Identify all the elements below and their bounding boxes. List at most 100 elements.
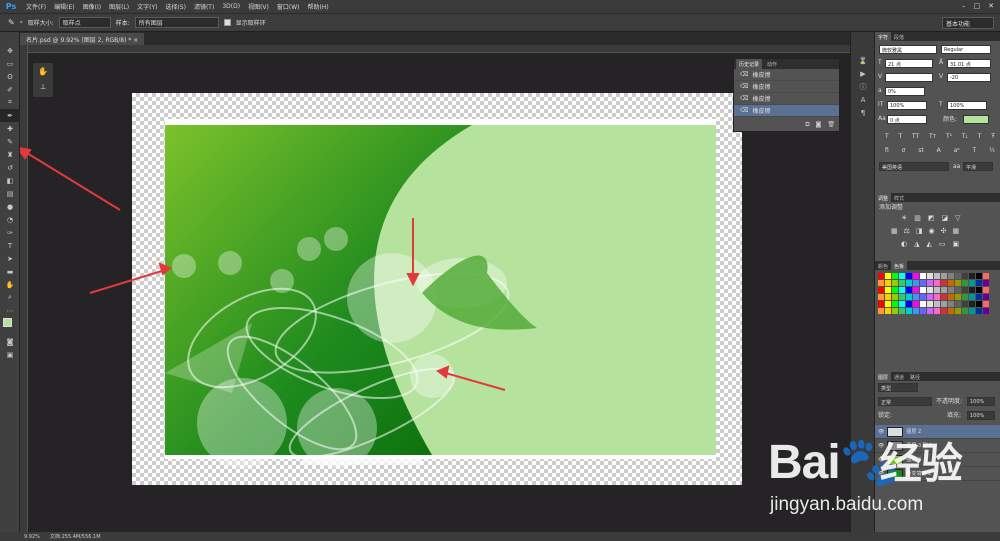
color-swatch[interactable] (927, 280, 933, 286)
color-swatch[interactable] (941, 273, 947, 279)
color-swatch[interactable] (913, 287, 919, 293)
balance-icon[interactable]: ⚖ (904, 227, 910, 235)
color-swatch[interactable] (906, 280, 912, 286)
faux-bold-icon[interactable]: T (885, 133, 889, 140)
vertical-scale-field[interactable]: 100% (887, 101, 927, 110)
opacity-field[interactable]: 100% (967, 397, 995, 406)
color-swatch[interactable] (878, 273, 884, 279)
color-swatch[interactable] (892, 308, 898, 314)
vibrance-icon[interactable]: ▽ (955, 214, 960, 222)
actions-panel-icon[interactable]: ▶ (851, 67, 875, 80)
color-swatch[interactable] (878, 287, 884, 293)
tab-adjustments[interactable]: 调整 (875, 193, 892, 202)
color-swatch[interactable] (899, 301, 905, 307)
photo-filter-icon[interactable]: ◉ (929, 227, 935, 235)
antialias-select[interactable]: 平滑 (963, 162, 993, 171)
horizontal-scale-field[interactable]: 100% (947, 101, 987, 110)
titling-icon[interactable]: T (973, 147, 977, 154)
color-swatch[interactable] (913, 308, 919, 314)
foreground-color[interactable] (3, 318, 12, 327)
color-swatch[interactable] (962, 280, 968, 286)
color-swatch[interactable] (969, 301, 975, 307)
color-swatch[interactable] (920, 301, 926, 307)
tab-paragraph[interactable]: 段落 (891, 32, 907, 41)
fraction-icon[interactable]: ½ (989, 147, 995, 154)
marquee-tool-icon[interactable]: ▭ (0, 57, 20, 70)
color-swatch[interactable] (934, 273, 940, 279)
tab-swatches[interactable]: 色板 (891, 261, 908, 270)
color-swatch[interactable] (941, 301, 947, 307)
info-panel-icon[interactable]: ⓘ (851, 80, 875, 93)
tab-styles[interactable]: 样式 (891, 193, 907, 202)
dodge-tool-icon[interactable]: ◔ (0, 213, 20, 226)
color-swatch[interactable] (913, 273, 919, 279)
tab-character[interactable]: 字符 (875, 32, 892, 41)
eyedropper-tool-icon[interactable]: ✒ (0, 109, 20, 122)
type-tool-icon[interactable]: T (0, 239, 20, 252)
bw-icon[interactable]: ◨ (916, 227, 923, 235)
color-swatch[interactable] (969, 280, 975, 286)
superscript-icon[interactable]: T¹ (946, 133, 952, 140)
threshold-icon[interactable]: ◭ (927, 240, 932, 248)
stylistic-icon[interactable]: st (918, 147, 923, 154)
color-swatch[interactable] (976, 308, 982, 314)
new-document-icon[interactable]: ⧉ (805, 121, 809, 129)
color-swatch[interactable] (934, 301, 940, 307)
color-swatch[interactable] (927, 301, 933, 307)
exposure-icon[interactable]: ◪ (942, 214, 949, 222)
history-panel-icon[interactable]: ⌛ (851, 54, 875, 67)
color-swatch[interactable] (962, 308, 968, 314)
color-swatch[interactable] (934, 294, 940, 300)
lookup-icon[interactable]: ▦ (953, 227, 960, 235)
color-swatch[interactable] (976, 301, 982, 307)
color-swatch[interactable] (955, 280, 961, 286)
invert-icon[interactable]: ◐ (901, 240, 907, 248)
selective-color-icon[interactable]: ▣ (953, 240, 960, 248)
gradient-map-icon[interactable]: ▭ (939, 240, 946, 248)
color-swatch[interactable] (906, 273, 912, 279)
snapshot-icon[interactable]: ◙ (816, 121, 822, 129)
color-swatch[interactable] (969, 287, 975, 293)
extra-tool-icon[interactable]: ⋯ (0, 304, 20, 317)
screen-mode-icon[interactable]: ▣ (0, 348, 20, 361)
healing-tool-icon[interactable]: ✚ (0, 122, 20, 135)
color-swatch[interactable] (962, 294, 968, 300)
color-swatch[interactable] (976, 280, 982, 286)
color-swatch[interactable] (941, 287, 947, 293)
history-item[interactable]: ⌫ 橡皮擦 (734, 69, 839, 81)
color-swatch[interactable] (927, 294, 933, 300)
zoom-readout[interactable]: 9.92% (24, 534, 40, 540)
color-swatch[interactable] (927, 273, 933, 279)
faux-italic-icon[interactable]: T (898, 133, 902, 140)
color-swatch[interactable] (906, 287, 912, 293)
color-swatch[interactable] (948, 280, 954, 286)
color-swatch[interactable] (892, 301, 898, 307)
kerning-field[interactable] (885, 73, 933, 82)
color-swatch[interactable] (941, 294, 947, 300)
history-item[interactable]: ⌫ 橡皮擦 (734, 93, 839, 105)
stamp-tool-icon[interactable]: ♜ (0, 148, 20, 161)
color-swatch[interactable] (983, 287, 989, 293)
color-swatch[interactable] (934, 308, 940, 314)
color-swatch[interactable] (920, 273, 926, 279)
color-swatch[interactable] (885, 301, 891, 307)
color-swatch[interactable] (955, 294, 961, 300)
eraser-tool-icon[interactable]: ◧ (0, 174, 20, 187)
color-swatch[interactable] (913, 280, 919, 286)
tab-actions[interactable]: 动作 (764, 59, 780, 69)
subscript-icon[interactable]: T₁ (962, 133, 968, 140)
color-swatch[interactable] (913, 294, 919, 300)
tab-color[interactable]: 颜色 (875, 261, 891, 270)
color-swatch[interactable] (920, 308, 926, 314)
layer-filter-select[interactable]: 类型 (878, 383, 918, 392)
color-swatch[interactable] (899, 308, 905, 314)
color-swatch[interactable] (885, 287, 891, 293)
tab-history[interactable]: 历史记录 (736, 59, 763, 69)
text-color-swatch[interactable] (963, 115, 989, 124)
small-caps-icon[interactable]: Tт (929, 133, 936, 140)
blur-tool-icon[interactable]: ● (0, 200, 20, 213)
color-swatch[interactable] (920, 287, 926, 293)
color-swatch[interactable] (976, 287, 982, 293)
color-swatch[interactable] (976, 273, 982, 279)
brightness-icon[interactable]: ☀ (901, 214, 907, 222)
